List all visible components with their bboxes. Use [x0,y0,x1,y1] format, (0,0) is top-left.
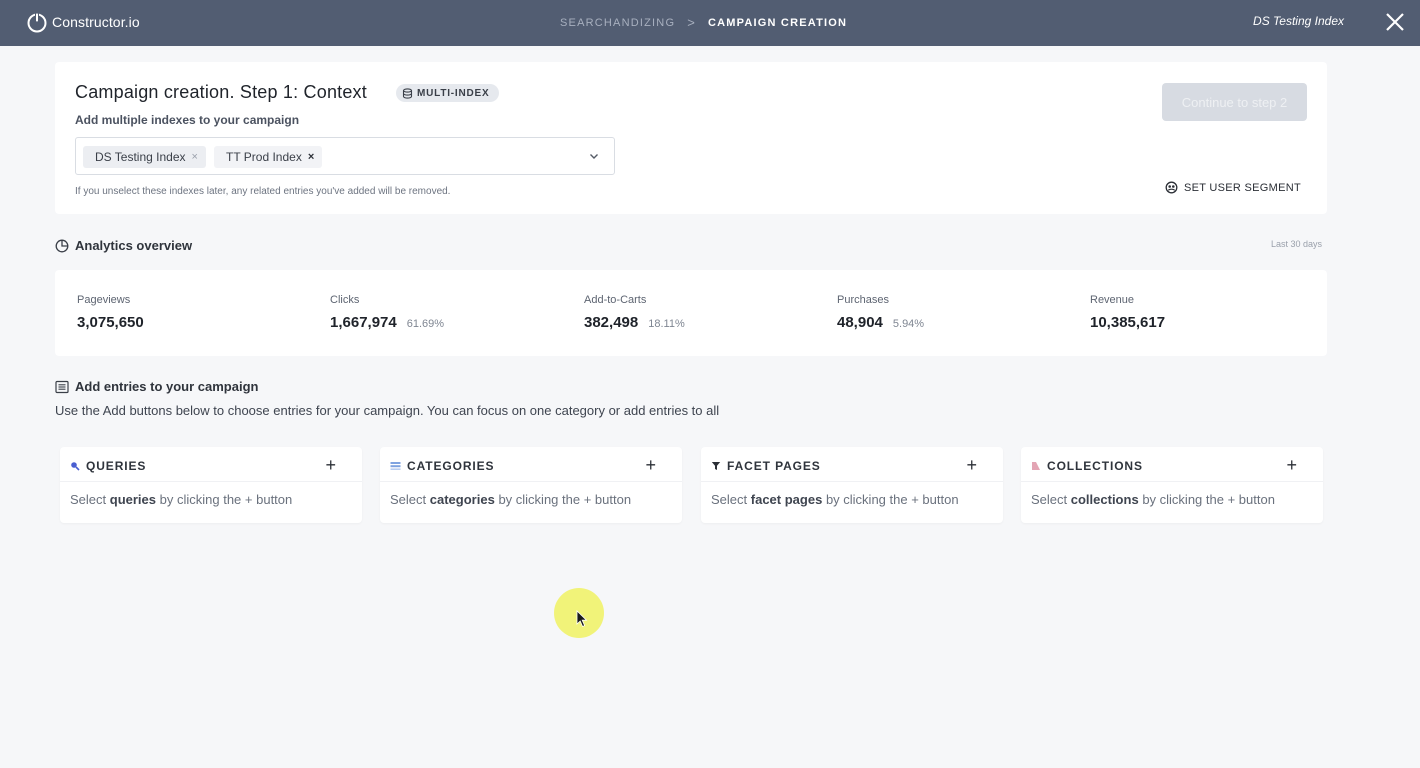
entry-card-queries: QUERIES + Select queries by clicking the… [60,447,362,523]
entry-card-facet-pages: FACET PAGES + Select facet pages by clic… [701,447,1003,523]
set-user-segment-button[interactable]: SET USER SEGMENT [1165,181,1301,194]
close-icon[interactable] [1382,9,1408,35]
badge-label: MULTI-INDEX [417,87,490,99]
metric-value: 48,904 [837,314,883,331]
mouse-pointer-icon [576,610,588,628]
metric-percent: 5.94% [892,318,925,330]
segment-icon [1165,181,1178,194]
metric-value: 382,498 [584,314,639,331]
metric-percent: 61.69% [406,318,445,330]
brand[interactable]: Constructor.io [26,11,140,33]
entries-heading: Add entries to your campaign [55,379,258,394]
list-icon [390,462,401,470]
index-chip: DS Testing Index × [83,146,206,168]
hint-suffix: by clicking the + button [159,492,293,507]
list-box-icon [55,380,69,393]
index-multiselect[interactable]: DS Testing Index × TT Prod Index × [75,137,615,175]
pie-chart-icon [55,239,69,252]
continue-button[interactable]: Continue to step 2 [1162,83,1307,121]
metric-value: 10,385,617 [1090,314,1166,331]
power-icon [27,12,47,33]
chip-label: DS Testing Index [95,150,186,164]
hint-suffix: by clicking the + button [825,492,959,507]
add-queries-button[interactable]: + [325,456,336,474]
metric-label: Add-to-Carts [584,294,647,306]
hint-keyword: categories [429,492,495,507]
entry-card-hint: Select categories by clicking the + butt… [390,492,631,507]
page-title: Campaign creation. Step 1: Context [75,82,367,102]
hint-prefix: Select [1031,492,1068,507]
entry-card-hint: Select queries by clicking the + button [70,492,292,507]
entry-card-title: FACET PAGES [727,459,821,473]
metric-label: Revenue [1090,294,1135,306]
chip-remove-icon[interactable]: × [308,151,314,163]
hint-prefix: Select [390,492,427,507]
entry-card-collections: COLLECTIONS + Select collections by clic… [1021,447,1323,523]
chevron-down-icon[interactable] [588,150,600,162]
metric-add-to-carts: Add-to-Carts 382,498 18.11% [584,294,685,331]
analytics-period: Last 30 days [1270,239,1322,249]
entries-title: Add entries to your campaign [75,379,259,394]
metric-revenue: Revenue 10,385,617 [1090,294,1165,331]
database-icon [402,87,413,99]
brand-name: Constructor.io [52,14,140,30]
chip-label: TT Prod Index [226,150,302,164]
multi-index-badge: MULTI-INDEX [396,84,499,102]
entry-card-categories: CATEGORIES + Select categories by clicki… [380,447,682,523]
context-card: Campaign creation. Step 1: Context MULTI… [55,62,1327,214]
top-bar: Constructor.io SEARCHANDIZING > CAMPAIGN… [0,0,1420,46]
breadcrumb-campaign-creation: CAMPAIGN CREATION [708,16,848,29]
add-categories-button[interactable]: + [645,456,656,474]
hint-keyword: collections [1070,492,1139,507]
metric-clicks: Clicks 1,667,974 61.69% [330,294,444,331]
divider [60,481,362,482]
funnel-icon [711,462,721,470]
metric-label: Purchases [837,294,889,306]
breadcrumb-separator: > [687,15,696,30]
metric-pageviews: Pageviews 3,075,650 [77,294,144,331]
hint-suffix: by clicking the + button [1142,492,1275,507]
index-field-label: Add multiple indexes to your campaign [75,113,300,127]
divider [1021,481,1323,482]
entry-card-title: CATEGORIES [407,459,495,473]
add-collections-button[interactable]: + [1286,456,1297,474]
metric-value: 1,667,974 [330,314,397,331]
hint-prefix: Select [711,492,748,507]
metric-value: 3,075,650 [77,314,144,331]
tag-icon [1032,462,1040,470]
metric-purchases: Purchases 48,904 5.94% [837,294,924,331]
breadcrumb: SEARCHANDIZING > CAMPAIGN CREATION [560,15,847,30]
entry-card-title: QUERIES [86,459,147,473]
metric-percent: 18.11% [648,318,685,330]
breadcrumb-searchandizing[interactable]: SEARCHANDIZING [560,17,675,29]
search-icon [71,462,80,471]
current-index-name: DS Testing Index [1253,14,1344,28]
add-facet-pages-button[interactable]: + [966,456,977,474]
index-note: If you unselect these indexes later, any… [75,186,451,197]
hint-prefix: Select [70,492,107,507]
chip-remove-icon[interactable]: × [192,151,198,163]
segment-label: SET USER SEGMENT [1183,181,1301,194]
divider [701,481,1003,482]
metric-label: Clicks [330,294,360,306]
entry-card-hint: Select facet pages by clicking the + but… [711,492,959,507]
analytics-card: Pageviews 3,075,650 Clicks 1,667,974 61.… [55,270,1327,356]
hint-keyword: facet pages [750,492,823,507]
index-chip: TT Prod Index × [214,146,323,168]
analytics-heading: Analytics overview [55,238,192,253]
analytics-title: Analytics overview [75,238,193,253]
entry-card-title: COLLECTIONS [1047,459,1143,473]
entry-card-hint: Select collections by clicking the + but… [1031,492,1275,507]
divider [380,481,682,482]
hint-suffix: by clicking the + button [498,492,632,507]
entries-description: Use the Add buttons below to choose entr… [55,403,720,418]
metric-label: Pageviews [77,294,131,306]
hint-keyword: queries [109,492,157,507]
